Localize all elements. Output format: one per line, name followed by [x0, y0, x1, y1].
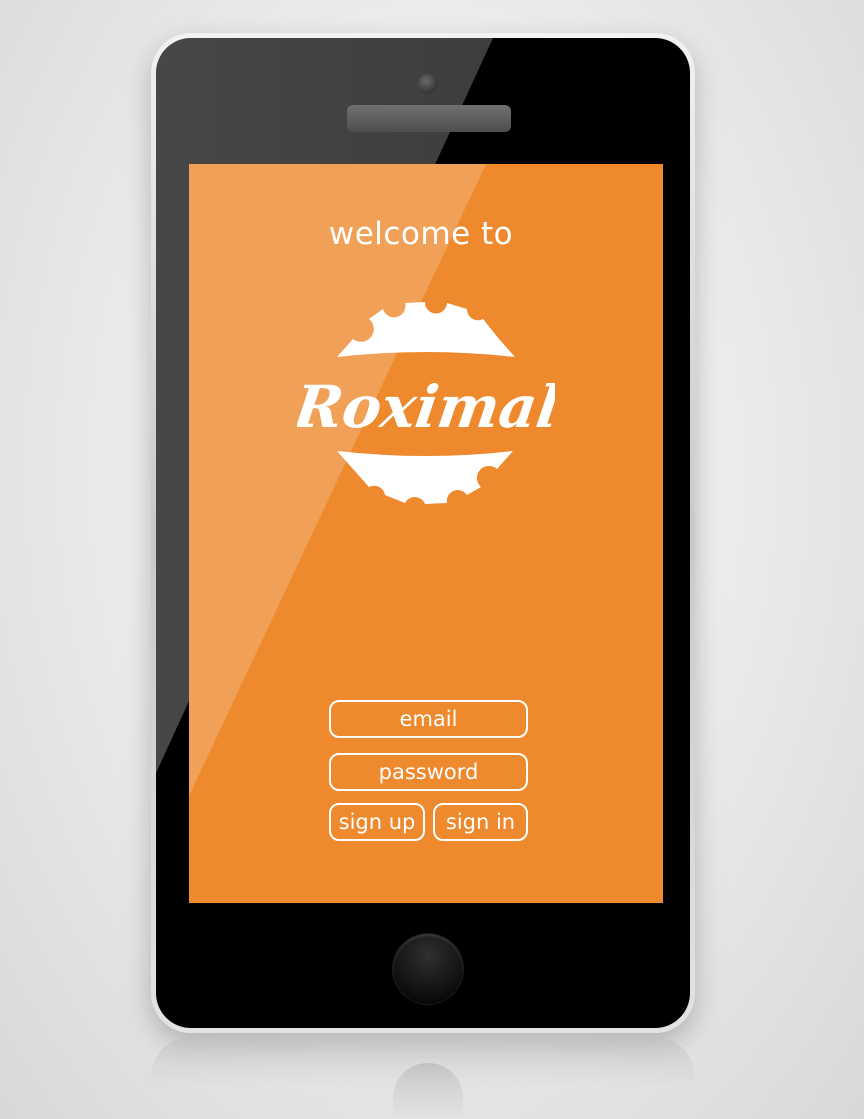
front-camera-icon: [418, 74, 438, 94]
earpiece-speaker-icon: [347, 105, 511, 132]
welcome-heading: welcome to: [328, 216, 514, 252]
login-screen: welcome to Roximal sign up sign in: [189, 164, 663, 903]
gear-badge-icon: Roximal: [297, 302, 555, 504]
logo-gear-top: [337, 302, 515, 357]
screen-glare: [189, 164, 486, 796]
email-field[interactable]: [329, 700, 528, 738]
logo-wordmark: Roximal: [297, 372, 555, 441]
logo-gear-bottom: [337, 451, 513, 504]
sign-in-button[interactable]: sign in: [433, 803, 528, 841]
password-field[interactable]: [329, 753, 528, 791]
home-button-icon[interactable]: [393, 934, 463, 1004]
sign-up-button[interactable]: sign up: [329, 803, 425, 841]
